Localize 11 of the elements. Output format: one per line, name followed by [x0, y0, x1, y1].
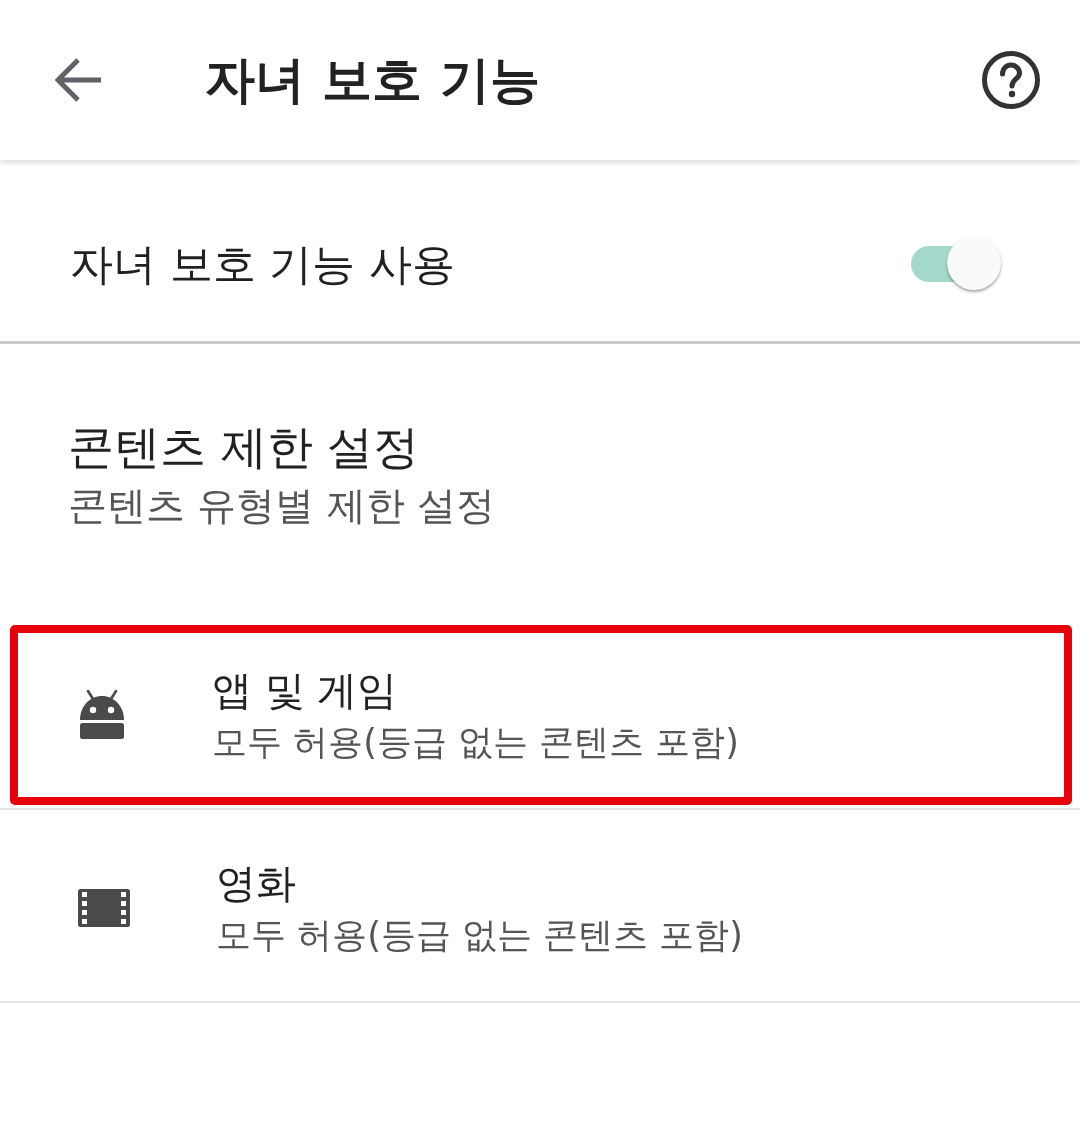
section-subtitle: 콘텐츠 유형별 제한 설정 [68, 482, 496, 530]
film-strip-icon [78, 889, 130, 927]
help-icon [982, 51, 1040, 109]
section-title: 콘텐츠 제한 설정 [68, 419, 420, 476]
switch-label: 자녀 보호 기능 사용 [70, 237, 455, 291]
screen-title: 자녀 보호 기능 [205, 50, 540, 111]
back-button[interactable] [55, 58, 101, 102]
help-button[interactable] [982, 51, 1040, 109]
list-item[interactable]: 앱 및 게임 모두 허용(등급 없는 콘텐츠 포함) [10, 625, 1072, 805]
back-arrow-icon [55, 58, 101, 102]
android-robot-icon [78, 690, 126, 740]
